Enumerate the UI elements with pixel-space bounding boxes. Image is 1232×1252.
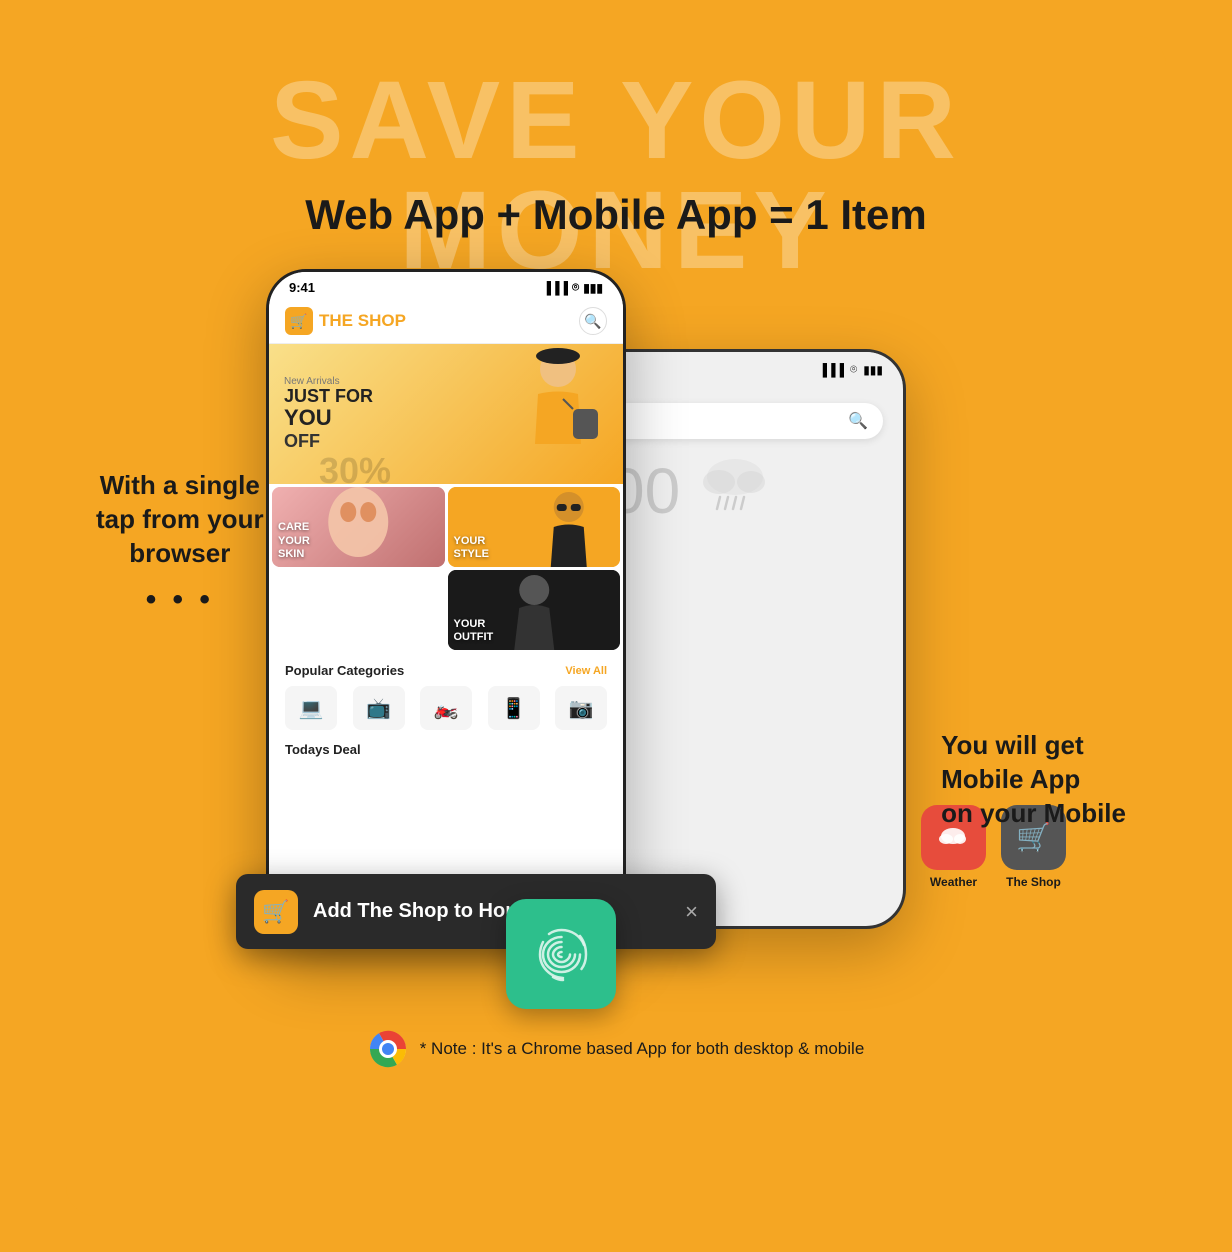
secondary-status-bar: ▐▐▐ ⌾ ▮▮▮ [589, 352, 903, 383]
right-description: You will get Mobile App on your Mobile [941, 729, 1126, 830]
view-all-link[interactable]: View All [565, 665, 607, 677]
weather-widget: 00 [609, 449, 883, 532]
left-dots: • • • [96, 580, 264, 619]
popular-categories-section: Popular Categories View All 💻 📺 🏍️ 📱 [269, 653, 623, 736]
hero-image [503, 344, 613, 482]
notification-icon: 🛒 [254, 890, 298, 934]
status-icons: ▐▐▐ ⌾ ▮▮▮ [542, 280, 603, 295]
motorcycle-icon: 🏍️ [434, 696, 459, 721]
just-for-label: JUST FOR [284, 387, 373, 405]
left-text-line2: tap from your [96, 503, 264, 537]
search-icon: 🔍 [848, 411, 868, 431]
header-search-button[interactable]: 🔍 [579, 307, 607, 335]
percent-label: 30% [319, 453, 391, 484]
main-container: SAVE YOUR MONEY Web App + Mobile App = 1… [66, 36, 1166, 1216]
phones-section: With a single tap from your browser • • … [66, 269, 1166, 1019]
headline: Web App + Mobile App = 1 Item [305, 191, 927, 239]
your-style-label: YOURSTYLE [448, 529, 495, 567]
cat-icon-phone[interactable]: 📱 [488, 686, 540, 730]
popular-title: Popular Categories [285, 663, 404, 678]
hero-banner: New Arrivals JUST FOR YOU 30% OFF [269, 344, 623, 484]
todays-deal-section: Todays Deal [269, 736, 623, 763]
left-text-line3: browser [96, 537, 264, 571]
category-grid: CAREYOURSKIN YOURSTYLE [269, 484, 623, 653]
wifi-icon: ⌾ [850, 362, 857, 377]
category-skin-care[interactable]: CAREYOURSKIN [272, 487, 445, 567]
laptop-icon: 💻 [299, 696, 324, 721]
phone-main: 9:41 ▐▐▐ ⌾ ▮▮▮ 🛒 THE SHOP 🔍 [266, 269, 626, 949]
chrome-note-text: * Note : It's a Chrome based App for bot… [420, 1039, 865, 1059]
tv-icon: 📺 [366, 696, 391, 721]
cat-icon-bike[interactable]: 🏍️ [420, 686, 472, 730]
right-text-line2: Mobile App [941, 763, 1126, 797]
right-text-line3: on your Mobile [941, 797, 1126, 831]
shop-app-label: The Shop [1006, 875, 1061, 889]
camera-icon: 📷 [569, 696, 594, 721]
category-icons-row: 💻 📺 🏍️ 📱 📷 [285, 686, 607, 730]
hero-text: New Arrivals JUST FOR YOU 30% OFF [284, 376, 373, 452]
notification-close-button[interactable]: × [685, 899, 698, 925]
time: 9:41 [289, 280, 315, 295]
notification-text: Add The Shop to Home screen [313, 900, 670, 923]
your-outfit-label: YOUROUTFIT [448, 612, 500, 650]
cat-icon-laptop[interactable]: 💻 [285, 686, 337, 730]
logo-icon: 🛒 [285, 307, 313, 335]
status-bar: 9:41 ▐▐▐ ⌾ ▮▮▮ [269, 272, 623, 299]
logo-shop: SHOP [358, 311, 406, 330]
logo-the: THE [319, 311, 353, 330]
cart-notif-icon: 🛒 [262, 899, 289, 925]
signal-icon: ▐▐▐ [818, 363, 844, 377]
weather-icon [695, 449, 775, 532]
notification-bar: 🛒 Add The Shop to Home screen × [236, 874, 716, 949]
cat-icon-tv[interactable]: 📺 [353, 686, 405, 730]
battery-icon: ▮▮▮ [863, 363, 883, 377]
secondary-search-bar[interactable]: 🔍 [609, 403, 883, 439]
app-logo: 🛒 THE SHOP [285, 307, 406, 335]
watermark-text: SAVE YOUR MONEY [66, 66, 1166, 286]
logo-text: THE SHOP [319, 311, 406, 331]
skin-care-label: CAREYOURSKIN [272, 515, 316, 567]
chrome-note: * Note : It's a Chrome based App for bot… [368, 1029, 865, 1069]
cat-icon-camera[interactable]: 📷 [555, 686, 607, 730]
left-description: With a single tap from your browser • • … [96, 469, 264, 619]
signal-bars: ▐▐▐ [542, 281, 568, 295]
you-label: YOU [284, 405, 373, 431]
category-your-style[interactable]: YOURSTYLE [448, 487, 621, 567]
mobile-icon: 📱 [501, 696, 526, 721]
off-label: OFF [284, 431, 373, 452]
fingerprint-button[interactable] [506, 899, 616, 1009]
category-your-outfit[interactable]: YOUROUTFIT [448, 570, 621, 650]
chrome-icon [368, 1029, 408, 1069]
weather-app-label: Weather [930, 875, 977, 889]
left-text-line1: With a single [96, 469, 264, 503]
phone-secondary: ▐▐▐ ⌾ ▮▮▮ 🔍 00 [586, 349, 906, 929]
app-header: 🛒 THE SHOP 🔍 [269, 299, 623, 344]
battery-status: ▮▮▮ [583, 281, 603, 295]
todays-deal-title: Todays Deal [285, 742, 607, 757]
wifi-status: ⌾ [572, 280, 579, 295]
right-text-line1: You will get [941, 729, 1126, 763]
popular-header: Popular Categories View All [285, 663, 607, 678]
